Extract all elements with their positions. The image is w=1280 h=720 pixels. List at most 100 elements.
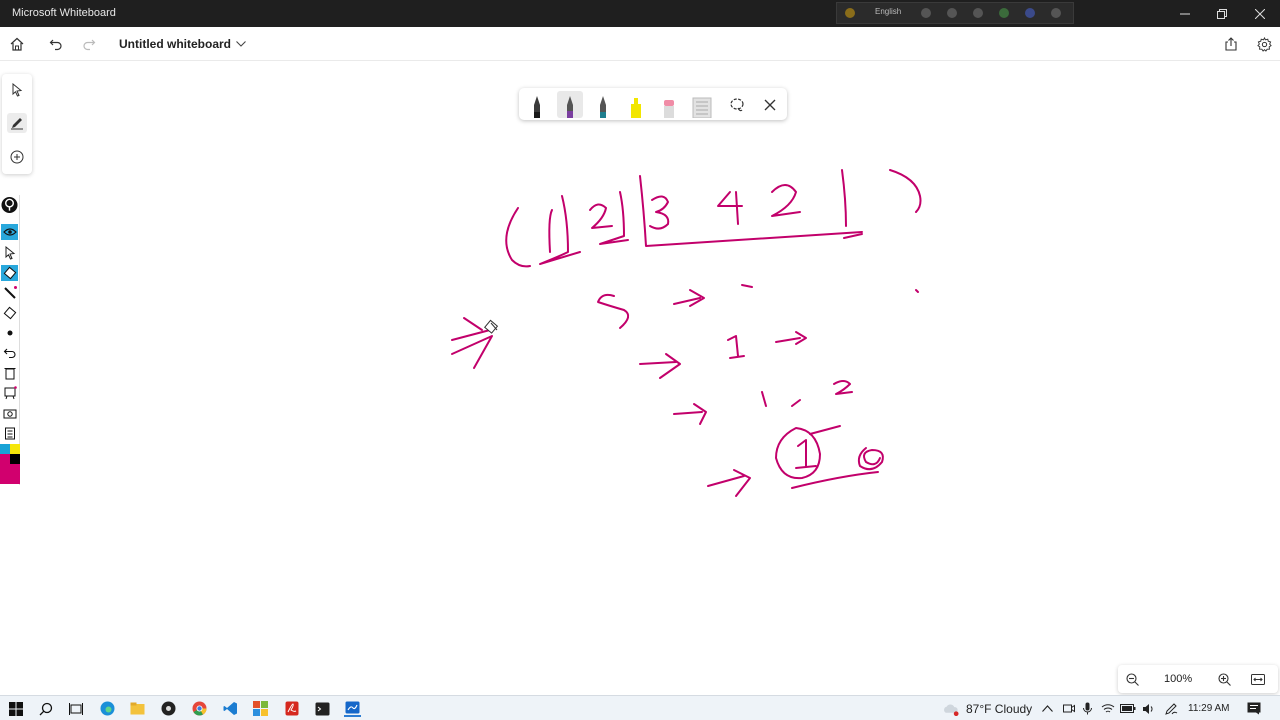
task-view-button[interactable]	[67, 700, 84, 717]
tray-pen-menu[interactable]	[1163, 700, 1180, 717]
eraser-icon	[3, 266, 16, 280]
pen-tool-button[interactable]	[7, 113, 27, 133]
annotation-notes-button[interactable]	[1, 425, 18, 441]
brush-size-button[interactable]	[1, 325, 18, 341]
ink-stroke	[761, 391, 767, 407]
annotation-eraser-button[interactable]	[1, 265, 18, 281]
lasso-button[interactable]	[724, 91, 750, 118]
ink-stroke	[791, 399, 801, 407]
restore-button[interactable]	[1203, 0, 1241, 27]
overlay-tool-icon[interactable]	[947, 8, 957, 18]
highlighter-icon	[3, 306, 16, 320]
color-swatch-blue[interactable]	[0, 444, 10, 454]
black-pen-button[interactable]	[524, 91, 550, 118]
chrome-app[interactable]	[191, 700, 208, 717]
annotation-undo-button[interactable]	[1, 345, 18, 361]
fit-to-screen-button[interactable]	[1248, 669, 1268, 689]
lasso-icon	[730, 97, 744, 111]
view-toggle-button[interactable]	[1, 224, 18, 240]
teal-pen-button[interactable]	[590, 91, 616, 118]
eraser-button[interactable]	[656, 91, 682, 118]
ink-stroke	[548, 209, 553, 253]
terminal-app[interactable]	[314, 700, 331, 717]
undo-button[interactable]	[45, 33, 67, 55]
ink-stroke	[727, 335, 745, 359]
chrome-icon	[192, 701, 207, 716]
annotation-board-button[interactable]	[1, 385, 18, 401]
whiteboard-canvas[interactable]	[0, 61, 1280, 695]
wifi-icon	[1101, 704, 1114, 713]
office-app[interactable]	[252, 700, 269, 717]
screen-recorder-overlay[interactable]: English	[836, 2, 1074, 24]
obs-app[interactable]	[160, 700, 177, 717]
annotation-logo-button[interactable]	[1, 196, 18, 214]
tray-volume[interactable]	[1140, 700, 1157, 717]
eraser-icon	[664, 100, 674, 118]
annotation-pen-button[interactable]	[1, 285, 18, 301]
clock[interactable]: 11:29 AM	[1188, 703, 1230, 714]
ink-stroke	[841, 169, 863, 239]
title-bar: Microsoft Whiteboard English	[0, 0, 1280, 27]
color-swatch-black[interactable]	[10, 454, 20, 464]
add-icon	[10, 150, 24, 164]
notification-center-button[interactable]	[1245, 700, 1262, 717]
annotation-screenshot-button[interactable]	[1, 405, 18, 421]
ink-stroke	[539, 195, 581, 265]
document-title[interactable]: Untitled whiteboard	[119, 37, 231, 51]
color-swatch-yellow[interactable]	[10, 444, 20, 454]
annotation-toolbar	[0, 195, 20, 485]
title-dropdown-button[interactable]	[230, 33, 252, 55]
tray-battery[interactable]	[1119, 700, 1136, 717]
highlighter-button[interactable]	[623, 91, 649, 118]
overlay-help-icon[interactable]	[1025, 8, 1035, 18]
home-button[interactable]	[6, 33, 28, 55]
pen-icon	[11, 118, 23, 130]
edge-app[interactable]	[99, 700, 116, 717]
whiteboard-app[interactable]	[344, 700, 361, 717]
close-pen-toolbar-button[interactable]	[757, 91, 783, 118]
office-icon	[253, 701, 268, 716]
cursor-tool-button[interactable]	[1, 245, 18, 261]
color-swatch-magenta[interactable]	[0, 454, 10, 484]
weather-widget[interactable]	[942, 700, 959, 717]
select-tool-button[interactable]	[7, 80, 27, 100]
start-button[interactable]	[7, 700, 24, 717]
search-button[interactable]	[37, 700, 54, 717]
gear-icon	[1256, 36, 1272, 52]
purple-pen-button[interactable]	[557, 91, 583, 118]
eye-icon	[2, 228, 17, 236]
overlay-tool-icon[interactable]	[973, 8, 983, 18]
highlighter-icon	[631, 98, 641, 118]
overlay-tool-icon[interactable]	[921, 8, 931, 18]
restore-icon	[1217, 8, 1227, 19]
annotation-logo-icon	[1, 196, 18, 214]
settings-button[interactable]	[1253, 33, 1275, 55]
zoom-out-button[interactable]	[1122, 669, 1142, 689]
tray-meet-now[interactable]	[1060, 700, 1077, 717]
redo-button[interactable]	[78, 33, 100, 55]
minimize-button[interactable]	[1166, 0, 1204, 27]
weather-text[interactable]: 87°F Cloudy	[966, 702, 1032, 716]
home-icon	[10, 37, 24, 51]
zoom-in-button[interactable]	[1214, 669, 1234, 689]
add-button[interactable]	[7, 147, 27, 167]
annotation-highlighter-button[interactable]	[1, 305, 18, 321]
file-explorer-app[interactable]	[129, 700, 146, 717]
overlay-info-icon[interactable]	[1051, 8, 1061, 18]
acrobat-app[interactable]	[283, 700, 300, 717]
ink-stroke	[589, 203, 613, 229]
tray-wifi[interactable]	[1099, 700, 1116, 717]
camera-icon	[1062, 704, 1075, 713]
share-button[interactable]	[1220, 33, 1242, 55]
tray-microphone[interactable]	[1079, 700, 1096, 717]
color-swatch-magenta-selected[interactable]	[10, 464, 20, 484]
overlay-tool-icon[interactable]	[999, 8, 1009, 18]
microphone-icon	[1083, 702, 1092, 715]
annotation-clear-button[interactable]	[1, 365, 18, 381]
ink-stroke	[775, 427, 821, 480]
ruler-button[interactable]	[689, 91, 715, 118]
show-hidden-icons-button[interactable]	[1039, 700, 1056, 717]
recorder-logo-icon[interactable]	[845, 8, 855, 18]
vscode-app[interactable]	[222, 700, 239, 717]
close-button[interactable]	[1241, 0, 1279, 27]
